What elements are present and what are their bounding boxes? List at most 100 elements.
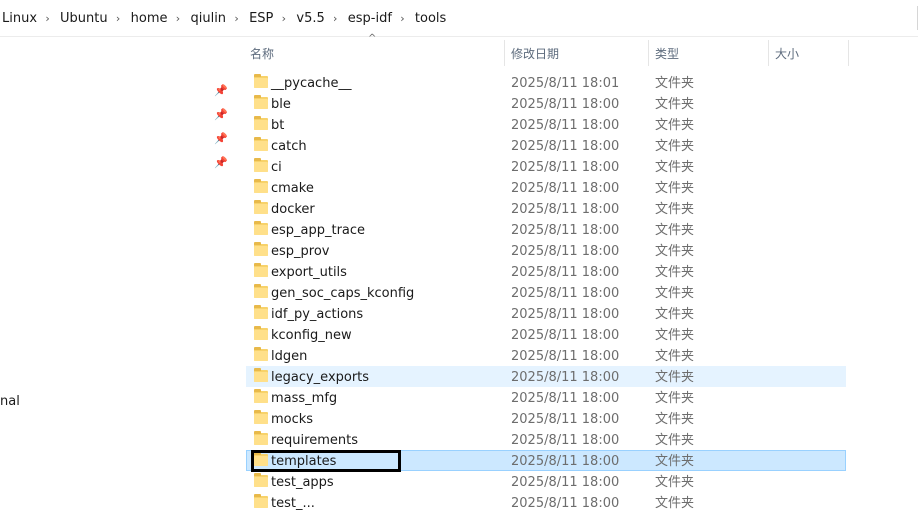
column-divider[interactable]: [848, 40, 849, 66]
folder-icon: [254, 494, 268, 508]
file-modified-date: 2025/8/11 18:00: [511, 307, 620, 322]
folder-icon: [254, 242, 268, 256]
file-row[interactable]: test_apps 2025/8/11 18:00 文件夹: [246, 471, 846, 492]
folder-icon: [254, 284, 268, 298]
file-row[interactable]: cmake 2025/8/11 18:00 文件夹: [246, 177, 846, 198]
folder-icon: [254, 410, 268, 424]
file-name[interactable]: cmake: [271, 178, 314, 199]
file-name[interactable]: ci: [271, 157, 282, 178]
file-name[interactable]: esp_prov: [271, 241, 329, 262]
file-name[interactable]: templates: [271, 451, 336, 472]
file-name[interactable]: ble: [271, 94, 291, 115]
file-name[interactable]: export_utils: [271, 262, 347, 283]
column-divider[interactable]: [768, 40, 769, 66]
pin-icon[interactable]: 📌: [214, 156, 228, 170]
file-modified-date: 2025/8/11 18:00: [511, 412, 620, 427]
breadcrumb-separator-icon[interactable]: ›: [325, 12, 346, 25]
column-header-size[interactable]: 大小: [775, 37, 845, 69]
breadcrumb-item[interactable]: home: [129, 11, 168, 26]
file-type: 文件夹: [655, 496, 695, 511]
column-header-type[interactable]: 类型: [655, 37, 765, 69]
nav-item-label[interactable]: nal: [0, 394, 20, 409]
file-name[interactable]: ldgen: [271, 346, 307, 367]
file-row[interactable]: ble 2025/8/11 18:00 文件夹: [246, 93, 846, 114]
file-name[interactable]: idf_py_actions: [271, 304, 363, 325]
file-type: 文件夹: [655, 118, 695, 133]
breadcrumb-separator-icon[interactable]: ›: [108, 12, 129, 25]
folder-icon: [254, 116, 268, 130]
file-name[interactable]: docker: [271, 199, 315, 220]
folder-icon: [254, 431, 268, 445]
file-name[interactable]: legacy_exports: [271, 367, 369, 388]
file-name[interactable]: requirements: [271, 430, 358, 451]
file-row[interactable]: gen_soc_caps_kconfig 2025/8/11 18:00 文件夹: [246, 282, 846, 303]
breadcrumb-item[interactable]: ESP: [247, 11, 273, 26]
breadcrumb-item[interactable]: Linux: [0, 11, 37, 26]
file-row[interactable]: bt 2025/8/11 18:00 文件夹: [246, 114, 846, 135]
file-row[interactable]: test_... 2025/8/11 18:00 文件夹: [246, 492, 846, 513]
file-row[interactable]: esp_prov 2025/8/11 18:00 文件夹: [246, 240, 846, 261]
file-row[interactable]: mass_mfg 2025/8/11 18:00 文件夹: [246, 387, 846, 408]
breadcrumb-item[interactable]: qiulin: [188, 11, 226, 26]
file-row[interactable]: export_utils 2025/8/11 18:00 文件夹: [246, 261, 846, 282]
folder-icon: [254, 221, 268, 235]
file-name[interactable]: kconfig_new: [271, 325, 352, 346]
file-name[interactable]: gen_soc_caps_kconfig: [271, 283, 414, 304]
file-row[interactable]: __pycache__ 2025/8/11 18:01 文件夹: [246, 72, 846, 93]
folder-icon: [254, 200, 268, 214]
file-row[interactable]: idf_py_actions 2025/8/11 18:00 文件夹: [246, 303, 846, 324]
file-modified-date: 2025/8/11 18:00: [511, 202, 620, 217]
breadcrumb-separator-icon[interactable]: ›: [167, 12, 188, 25]
pin-icon[interactable]: 📌: [214, 132, 228, 146]
file-row[interactable]: kconfig_new 2025/8/11 18:00 文件夹: [246, 324, 846, 345]
file-row[interactable]: mocks 2025/8/11 18:00 文件夹: [246, 408, 846, 429]
folder-icon: [254, 368, 268, 382]
file-name[interactable]: bt: [271, 115, 284, 136]
folder-icon: [254, 137, 268, 151]
file-row[interactable]: templates 2025/8/11 18:00 文件夹: [246, 450, 846, 472]
file-name[interactable]: mass_mfg: [271, 388, 337, 409]
pin-icon[interactable]: 📌: [214, 84, 228, 98]
breadcrumb-separator-icon[interactable]: ›: [392, 12, 413, 25]
file-type: 文件夹: [655, 223, 695, 238]
file-modified-date: 2025/8/11 18:00: [511, 265, 620, 280]
file-name[interactable]: test_...: [271, 493, 315, 514]
column-header-modified[interactable]: 修改日期: [511, 37, 641, 69]
column-divider[interactable]: [504, 40, 505, 66]
file-modified-date: 2025/8/11 18:00: [511, 433, 620, 448]
file-type: 文件夹: [655, 328, 695, 343]
folder-icon: [254, 326, 268, 340]
file-row[interactable]: requirements 2025/8/11 18:00 文件夹: [246, 429, 846, 450]
file-name[interactable]: __pycache__: [271, 73, 351, 94]
file-modified-date: 2025/8/11 18:00: [511, 454, 620, 469]
breadcrumb-item[interactable]: esp-idf: [346, 11, 392, 26]
file-name[interactable]: test_apps: [271, 472, 334, 493]
file-row[interactable]: ldgen 2025/8/11 18:00 文件夹: [246, 345, 846, 366]
file-row[interactable]: legacy_exports 2025/8/11 18:00 文件夹: [246, 366, 846, 387]
file-type: 文件夹: [655, 97, 695, 112]
file-row[interactable]: docker 2025/8/11 18:00 文件夹: [246, 198, 846, 219]
file-row[interactable]: esp_app_trace 2025/8/11 18:00 文件夹: [246, 219, 846, 240]
breadcrumb-item[interactable]: v5.5: [294, 11, 324, 26]
file-modified-date: 2025/8/11 18:00: [511, 97, 620, 112]
file-modified-date: 2025/8/11 18:00: [511, 328, 620, 343]
file-name[interactable]: mocks: [271, 409, 313, 430]
column-header-name[interactable]: 名称: [250, 37, 500, 69]
file-row[interactable]: ci 2025/8/11 18:00 文件夹: [246, 156, 846, 177]
file-row[interactable]: catch 2025/8/11 18:00 文件夹: [246, 135, 846, 156]
breadcrumb-separator-icon[interactable]: ›: [37, 12, 58, 25]
breadcrumb-separator-icon[interactable]: ›: [273, 12, 294, 25]
file-modified-date: 2025/8/11 18:00: [511, 286, 620, 301]
pin-icon[interactable]: 📌: [214, 108, 228, 122]
column-divider[interactable]: [648, 40, 649, 66]
file-name[interactable]: esp_app_trace: [271, 220, 365, 241]
file-type: 文件夹: [655, 475, 695, 490]
file-type: 文件夹: [655, 433, 695, 448]
breadcrumb-separator-icon[interactable]: ›: [226, 12, 247, 25]
breadcrumb-item[interactable]: tools: [413, 11, 446, 26]
file-name[interactable]: catch: [271, 136, 307, 157]
file-type: 文件夹: [655, 307, 695, 322]
breadcrumb-item[interactable]: Ubuntu: [58, 11, 108, 26]
file-type: 文件夹: [655, 139, 695, 154]
file-list: __pycache__ 2025/8/11 18:01 文件夹 ble 2025/8/1…: [246, 72, 846, 513]
